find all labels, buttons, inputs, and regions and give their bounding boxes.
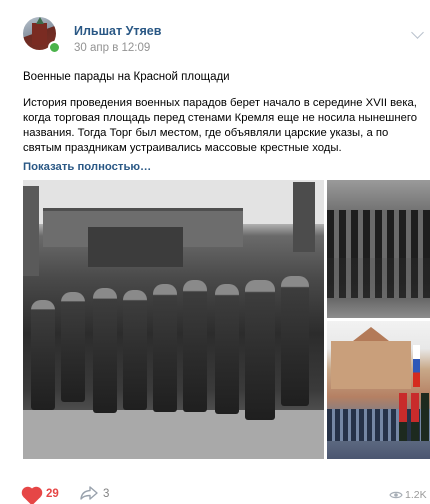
photo-soldier [281, 276, 309, 406]
photo-troop-row [327, 250, 430, 298]
chevron-down-icon[interactable] [411, 26, 424, 39]
photo-soldier [93, 288, 117, 413]
photo-cobblestones [23, 410, 324, 459]
show-more-link[interactable]: Показать полностью… [23, 161, 151, 173]
eye-icon [389, 491, 403, 499]
photo-guard [421, 393, 429, 441]
online-status-badge [48, 41, 61, 54]
photo-soldier [245, 280, 275, 420]
photo-soldier [123, 290, 147, 410]
post-header: Ильшат Утяев 30 апр в 12:09 [0, 0, 430, 66]
photo-historical-museum [331, 327, 411, 389]
photo-soldier [183, 280, 207, 412]
photo-guard [399, 393, 407, 441]
photo-mausoleum [88, 227, 183, 267]
photo-russian-flag [413, 345, 420, 387]
wall-post: Ильшат Утяев 30 апр в 12:09 Военные пара… [0, 0, 430, 504]
photo-soldier [153, 284, 177, 412]
post-body-text: История проведения военных парадов берет… [23, 97, 418, 154]
shares-count[interactable]: 3 [103, 488, 109, 500]
photo-guard [411, 393, 419, 441]
photo-tower-right [293, 182, 315, 252]
avatar-tower-image [32, 17, 47, 45]
likes-count[interactable]: 29 [46, 488, 59, 500]
photo-parade-modern[interactable] [327, 321, 430, 459]
photo-soldier [31, 300, 55, 410]
photo-tower-left [23, 186, 39, 276]
views-count: 1.2K [405, 489, 427, 501]
photo-parade-main[interactable] [23, 180, 324, 459]
photo-parade-troops[interactable] [327, 180, 430, 318]
photo-soldier [215, 284, 239, 414]
post-title: Военные парады на Красной площади [23, 71, 230, 83]
post-date-link[interactable]: 30 апр в 12:09 [74, 42, 150, 54]
photo-soldier [61, 292, 85, 402]
share-arrow-icon[interactable] [80, 486, 98, 500]
post-footer [0, 476, 430, 504]
author-name-link[interactable]: Ильшат Утяев [74, 24, 161, 38]
